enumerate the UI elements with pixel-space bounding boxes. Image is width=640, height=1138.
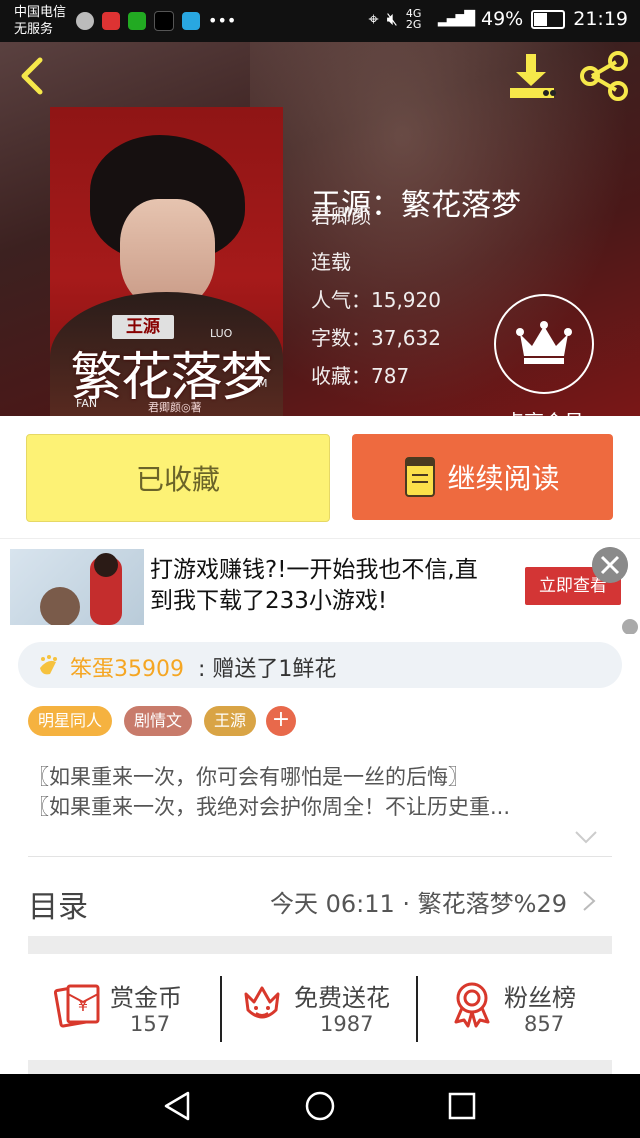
- chevron-right-icon[interactable]: [582, 890, 596, 912]
- section-band: [28, 936, 612, 954]
- description-line: 〖如果重来一次，你可会有哪怕是一丝的后悔〗: [28, 765, 469, 789]
- cover-author: 君卿颜◎著: [148, 401, 202, 414]
- fan-ranking-label: 粉丝榜: [504, 984, 576, 1012]
- reward-coins-value: 157: [130, 1012, 171, 1036]
- tiktok-icon: [154, 11, 174, 31]
- gift-message: : 赠送了1鲜花: [198, 657, 337, 682]
- medal-icon: [454, 982, 490, 1028]
- reward-coins-label: 赏金币: [110, 984, 182, 1012]
- more-notifications-icon: •••: [208, 11, 237, 30]
- iqiyi-icon: [128, 12, 146, 30]
- free-flowers-label: 免费送花: [294, 984, 390, 1012]
- toc-title[interactable]: 目录: [28, 882, 88, 926]
- fan-ranking-value: 857: [524, 1012, 565, 1036]
- carrier-info: 中国电信 无服务: [14, 4, 66, 38]
- status-right: ⌖ 🔇︎ 4G 2G ▂▄▆█ 49% 21:19: [368, 8, 628, 30]
- svg-text:¥: ¥: [78, 996, 88, 1015]
- tag-wang-yuan[interactable]: 王源: [204, 706, 257, 736]
- crown-icon: [516, 321, 572, 364]
- stat-divider: [220, 976, 222, 1042]
- cover-fan: FAN: [76, 397, 98, 410]
- description-line: 〖如果重来一次，我绝对会护你周全！不让历史重...: [28, 795, 511, 819]
- vip-button[interactable]: [494, 294, 594, 394]
- chevron-down-icon[interactable]: [574, 830, 598, 844]
- nav-recents-icon[interactable]: [446, 1090, 478, 1122]
- continue-reading-label: 继续阅读: [447, 462, 560, 495]
- book-author[interactable]: 君卿颜: [311, 200, 371, 229]
- flower-icon: [244, 986, 280, 1019]
- gift-flower-icon: [40, 655, 57, 675]
- status-bar: 中国电信 无服务 ••• ⌖ 🔇︎ 4G 2G ▂▄▆█ 49% 21:19: [0, 0, 640, 42]
- ad-thumbnail-figure: [40, 587, 80, 625]
- ad-text[interactable]: 打游戏赚钱?!一开始我也不信,直到我下载了233小游戏!: [150, 555, 490, 617]
- book-description[interactable]: 〖如果重来一次，你可会有哪怕是一丝的后悔〗 〖如果重来一次，我绝对会护你周全！不…: [28, 762, 598, 822]
- add-tag-button[interactable]: +: [266, 706, 296, 736]
- book-details: 笨蛋35909 : 赠送了1鲜花 明星同人 剧情文 王源 + 〖如果重来一次，你…: [0, 634, 640, 1074]
- app-notification-icon: [76, 12, 94, 30]
- network-type: 4G 2G: [405, 7, 422, 31]
- video-app-icon: [182, 12, 200, 30]
- nav-home-icon[interactable]: [304, 1090, 336, 1122]
- battery-icon: [531, 9, 566, 29]
- location-icon: ⌖: [368, 8, 379, 30]
- ad-thumbnail-figure: [94, 553, 118, 577]
- reward-coins-stat[interactable]: ¥ 赏金币 157: [54, 974, 204, 1054]
- notification-icons: •••: [76, 11, 236, 31]
- carrier-name: 中国电信: [14, 5, 67, 20]
- close-icon[interactable]: [592, 547, 628, 583]
- free-flowers-value: 1987: [320, 1012, 374, 1036]
- book-cover[interactable]: 王源 LUO 繁花落梦 M FAN 君卿颜◎著: [50, 107, 283, 416]
- serial-status: 连载: [311, 250, 351, 274]
- divider: [28, 856, 612, 857]
- vip-label[interactable]: 点亮会员: [480, 406, 608, 416]
- battery-percent: 49%: [481, 8, 524, 30]
- system-nav-bar: [0, 1074, 640, 1138]
- ad-thumbnail[interactable]: [10, 549, 144, 625]
- favorited-label: 已收藏: [135, 463, 220, 496]
- ad-banner[interactable]: 打游戏赚钱?!一开始我也不信,直到我下载了233小游戏! 立即查看: [0, 538, 640, 635]
- stat-divider: [416, 976, 418, 1042]
- red-envelope-icon: ¥: [54, 984, 100, 1028]
- gift-user[interactable]: 笨蛋35909: [70, 651, 184, 683]
- share-icon[interactable]: [578, 50, 630, 102]
- word-count: 字数：37,632: [311, 326, 441, 350]
- carrier-service: 无服务: [14, 22, 54, 37]
- ad-info-icon[interactable]: [622, 619, 638, 635]
- clock: 21:19: [573, 8, 628, 30]
- nav-back-icon[interactable]: [162, 1090, 194, 1122]
- book-icon: [405, 457, 436, 497]
- action-bar: 已收藏 继续阅读: [0, 416, 640, 538]
- mute-icon: 🔇︎: [386, 8, 398, 30]
- popularity: 人气：15,920: [311, 288, 441, 312]
- favorites-count: 收藏：787: [311, 364, 410, 388]
- weibo-icon: [102, 12, 120, 30]
- back-arrow-icon[interactable]: [14, 56, 54, 96]
- favorited-button[interactable]: 已收藏: [26, 434, 330, 522]
- toc-latest-chapter[interactable]: 今天 06:11 · 繁花落梦%29: [270, 884, 567, 919]
- section-band: [28, 1060, 612, 1074]
- continue-reading-button[interactable]: 继续阅读: [352, 434, 613, 520]
- download-icon[interactable]: [506, 52, 558, 100]
- tag-star-fanfic[interactable]: 明星同人: [28, 706, 113, 736]
- free-flowers-stat[interactable]: 免费送花 1987: [238, 974, 408, 1054]
- book-header: 王源 LUO 繁花落梦 M FAN 君卿颜◎著 王源：繁花落梦 君卿颜 连载 人…: [0, 42, 640, 416]
- cover-m: M: [258, 377, 268, 390]
- signal-icon: ▂▄▆█: [437, 11, 475, 27]
- gift-ticker[interactable]: 笨蛋35909 : 赠送了1鲜花: [18, 642, 622, 688]
- fan-ranking-stat[interactable]: 粉丝榜 857: [448, 974, 598, 1054]
- tag-plot[interactable]: 剧情文: [124, 706, 193, 736]
